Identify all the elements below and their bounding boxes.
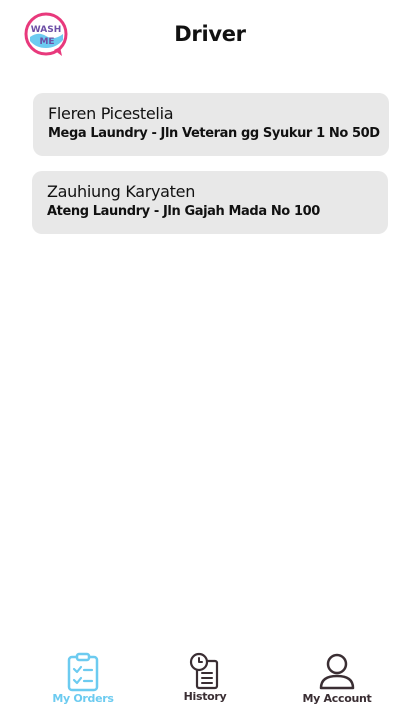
customer-name: Zauhiung Karyaten bbox=[47, 182, 196, 201]
nav-my-orders[interactable]: My Orders bbox=[28, 652, 138, 705]
order-card[interactable]: Zauhiung Karyaten Ateng Laundry - Jln Ga… bbox=[32, 171, 388, 234]
app-header: WASH ME Driver bbox=[0, 0, 420, 72]
nav-history[interactable]: History bbox=[150, 652, 260, 703]
nav-history-label: History bbox=[183, 690, 227, 703]
order-card[interactable]: Fleren Picestelia Mega Laundry - Jln Vet… bbox=[33, 93, 389, 156]
nav-my-orders-label: My Orders bbox=[52, 692, 114, 705]
laundry-address: Ateng Laundry - Jln Gajah Mada No 100 bbox=[47, 204, 320, 219]
page-title: Driver bbox=[174, 22, 246, 46]
nav-my-account-label: My Account bbox=[302, 692, 372, 705]
history-clock-icon bbox=[189, 652, 219, 690]
bottom-navigation: My Orders History My Account bbox=[0, 640, 420, 720]
driver-app: WASH ME Driver Fleren Picestelia Mega La… bbox=[0, 0, 420, 720]
laundry-address: Mega Laundry - Jln Veteran gg Syukur 1 N… bbox=[48, 126, 380, 141]
nav-my-account[interactable]: My Account bbox=[282, 652, 392, 705]
customer-name: Fleren Picestelia bbox=[48, 104, 174, 123]
clipboard-check-icon bbox=[67, 652, 99, 692]
user-icon bbox=[319, 653, 355, 690]
